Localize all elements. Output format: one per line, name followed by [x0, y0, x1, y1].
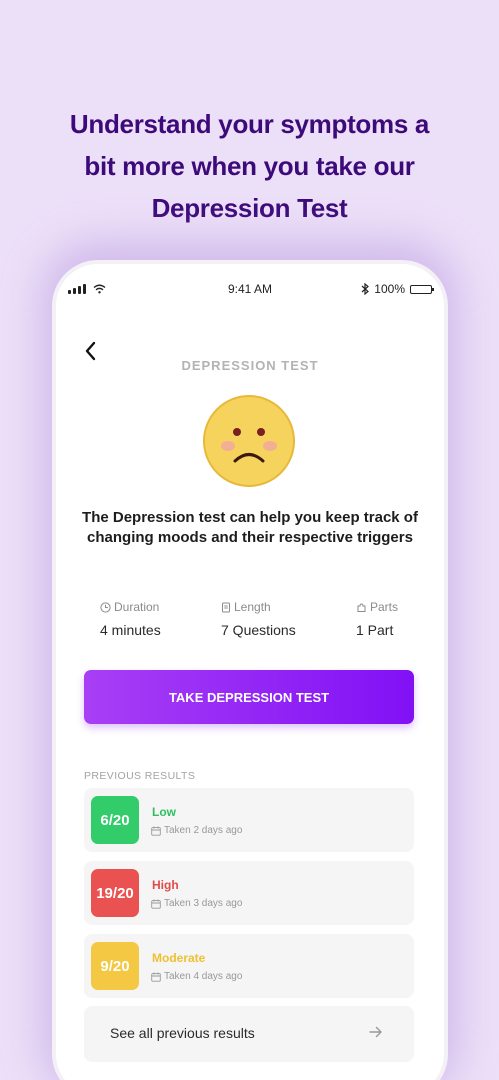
- document-icon: [222, 602, 230, 612]
- result-taken: Taken 4 days ago: [164, 971, 243, 982]
- headline: Understand your symptoms a bit more when…: [0, 103, 499, 229]
- see-all-label: See all previous results: [110, 1025, 255, 1041]
- result-card[interactable]: 6/20 Low Taken 2 days ago: [84, 788, 414, 852]
- stat-length-label: Length: [234, 600, 271, 614]
- stat-duration-label: Duration: [114, 600, 160, 614]
- clock-icon: [100, 601, 111, 613]
- result-card[interactable]: 19/20 High Taken 3 days ago: [84, 861, 414, 925]
- stat-length: Length 7 Questions: [221, 600, 296, 638]
- result-card[interactable]: 9/20 Moderate Taken 4 days ago: [84, 934, 414, 998]
- stat-parts-value: 1 Part: [356, 622, 394, 638]
- result-taken: Taken 3 days ago: [164, 898, 243, 909]
- score-badge: 9/20: [91, 942, 139, 990]
- headline-line-1: Understand your symptoms a: [69, 109, 430, 139]
- phone-frame: 9:41 AM 100% DEPRESSION TEST The Depress…: [52, 260, 448, 1080]
- take-test-button[interactable]: TAKE DEPRESSION TEST: [84, 670, 414, 724]
- stat-parts: Parts 1 Part: [356, 600, 398, 638]
- sad-face-icon: [203, 395, 295, 487]
- stat-parts-label: Parts: [370, 600, 399, 614]
- result-taken: Taken 2 days ago: [164, 825, 243, 836]
- calendar-icon: [151, 972, 161, 982]
- calendar-icon: [151, 826, 161, 836]
- calendar-icon: [151, 899, 161, 909]
- stat-length-value: 7 Questions: [221, 622, 296, 638]
- arrow-right-icon: [369, 1026, 382, 1038]
- headline-line-2: bit more when you take our: [84, 151, 415, 181]
- score-badge: 6/20: [91, 796, 139, 844]
- stat-duration-value: 4 minutes: [100, 622, 161, 638]
- status-bar: 9:41 AM 100%: [56, 280, 444, 298]
- stat-duration: Duration 4 minutes: [100, 600, 161, 638]
- score-badge: 19/20: [91, 869, 139, 917]
- test-description: The Depression test can help you keep tr…: [82, 509, 418, 546]
- previous-results-heading: PREVIOUS RESULTS: [84, 770, 196, 782]
- screen-title: DEPRESSION TEST: [181, 358, 319, 373]
- result-level: Low: [152, 805, 176, 819]
- status-right-group: 100%: [361, 282, 434, 296]
- result-level: Moderate: [152, 951, 206, 965]
- battery-icon: [410, 284, 434, 294]
- bluetooth-icon: [361, 283, 370, 295]
- headline-line-3: Depression Test: [151, 193, 348, 223]
- result-level: High: [152, 878, 179, 892]
- puzzle-icon: [357, 602, 366, 612]
- battery-percent: 100%: [374, 282, 405, 296]
- see-all-results-button[interactable]: See all previous results: [84, 1006, 414, 1062]
